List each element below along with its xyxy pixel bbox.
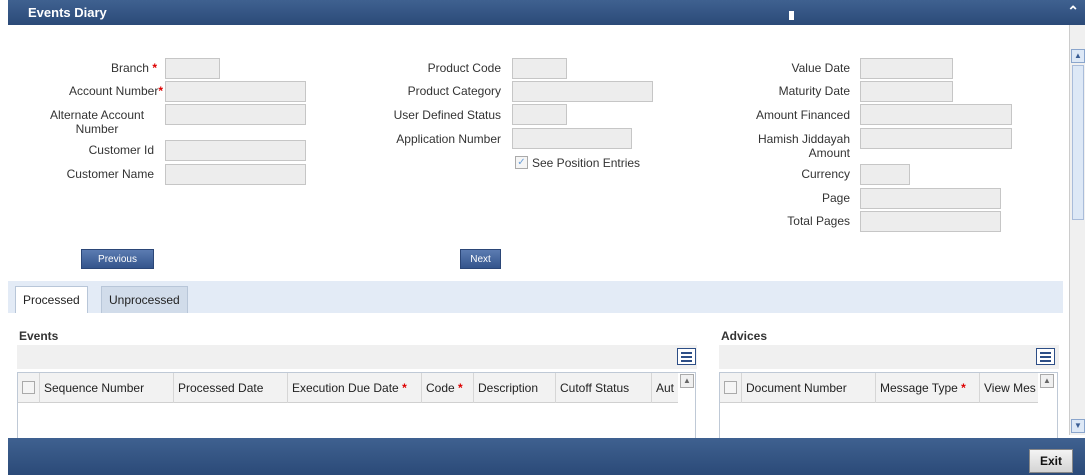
- scrollbar-thumb[interactable]: [1072, 65, 1084, 220]
- application-number-label: Application Number: [396, 132, 501, 146]
- see-position-entries-checkbox[interactable]: ✓: [515, 156, 528, 169]
- tab-unprocessed[interactable]: Unprocessed: [101, 286, 188, 313]
- events-col-processed-date[interactable]: Processed Date: [174, 373, 288, 403]
- currency-field[interactable]: [860, 164, 910, 185]
- advices-select-all-checkbox[interactable]: [724, 381, 737, 394]
- events-select-all-checkbox[interactable]: [22, 381, 35, 394]
- scroll-up-icon[interactable]: ▲: [1071, 49, 1085, 63]
- user-defined-status-label: User Defined Status: [393, 108, 501, 122]
- tab-processed[interactable]: Processed: [15, 286, 88, 313]
- chevron-up-icon[interactable]: ⌃: [1067, 3, 1079, 20]
- product-code-label: Product Code: [427, 61, 501, 75]
- next-button[interactable]: Next: [460, 249, 501, 269]
- account-number-label: Account Number*: [68, 84, 163, 98]
- customer-name-field[interactable]: [165, 164, 306, 185]
- events-scroll-up-icon[interactable]: ▲: [680, 374, 694, 388]
- value-date-field[interactable]: [860, 58, 953, 79]
- advices-toolstrip: [719, 345, 1059, 369]
- window-footer: Exit: [8, 438, 1085, 475]
- events-col-aut[interactable]: Aut: [652, 373, 678, 403]
- see-position-entries-label: See Position Entries: [532, 156, 641, 170]
- events-col-code[interactable]: Code *: [422, 373, 474, 403]
- product-category-field[interactable]: [512, 81, 653, 102]
- events-grid: Sequence Number Processed Date Execution…: [17, 372, 696, 440]
- events-col-cutoff-status[interactable]: Cutoff Status: [556, 373, 652, 403]
- amount-financed-field[interactable]: [860, 104, 1012, 125]
- maturity-date-label: Maturity Date: [778, 84, 850, 98]
- list-settings-icon[interactable]: [677, 348, 696, 365]
- advices-title: Advices: [721, 329, 768, 343]
- advices-scroll-up-icon[interactable]: ▲: [1040, 374, 1054, 388]
- application-number-field[interactable]: [512, 128, 632, 149]
- page-label: Page: [821, 191, 850, 205]
- customer-name-label: Customer Name: [66, 167, 154, 181]
- events-grid-header: Sequence Number Processed Date Execution…: [18, 373, 678, 403]
- advices-grid-header: Document Number Message Type * View Mes: [720, 373, 1038, 403]
- list-settings-icon[interactable]: [1036, 348, 1055, 365]
- branch-field[interactable]: [165, 58, 220, 79]
- total-pages-field[interactable]: [860, 211, 1001, 232]
- tab-strip: Processed Unprocessed: [8, 281, 1063, 313]
- events-select-all-cell: [18, 373, 40, 403]
- events-col-description[interactable]: Description: [474, 373, 556, 403]
- events-col-execution-due-date[interactable]: Execution Due Date *: [288, 373, 422, 403]
- product-category-label: Product Category: [407, 84, 501, 98]
- value-date-label: Value Date: [791, 61, 850, 75]
- user-defined-status-field[interactable]: [512, 104, 567, 125]
- account-number-field[interactable]: [165, 81, 306, 102]
- advices-select-all-cell: [720, 373, 742, 403]
- hamish-jiddayah-amount-field[interactable]: [860, 128, 1012, 149]
- required-mark: *: [158, 84, 163, 98]
- currency-label: Currency: [801, 167, 850, 181]
- page-field[interactable]: [860, 188, 1001, 209]
- maturity-date-field[interactable]: [860, 81, 953, 102]
- alternate-account-number-label: Alternate Account Number: [49, 108, 145, 136]
- branch-label: Branch *: [110, 61, 157, 75]
- advices-col-view-message[interactable]: View Mes: [980, 373, 1038, 403]
- events-title: Events: [19, 329, 59, 343]
- window-title: Events Diary: [28, 5, 107, 20]
- titlebar-marker: [789, 11, 794, 20]
- required-mark: *: [152, 61, 157, 75]
- events-col-sequence-number[interactable]: Sequence Number: [40, 373, 174, 403]
- previous-button[interactable]: Previous: [81, 249, 154, 269]
- advices-grid: Document Number Message Type * View Mes …: [719, 372, 1058, 440]
- window-titlebar: Events Diary ⌃: [8, 0, 1085, 25]
- exit-button[interactable]: Exit: [1029, 449, 1073, 473]
- product-code-field[interactable]: [512, 58, 567, 79]
- events-toolstrip: [17, 345, 697, 369]
- customer-id-label: Customer Id: [88, 143, 154, 157]
- advices-col-document-number[interactable]: Document Number: [742, 373, 876, 403]
- main-scrollbar[interactable]: ▲ ▼: [1069, 25, 1085, 435]
- amount-financed-label: Amount Financed: [755, 108, 850, 122]
- total-pages-label: Total Pages: [787, 214, 850, 228]
- alternate-account-number-field[interactable]: [165, 104, 306, 125]
- customer-id-field[interactable]: [165, 140, 306, 161]
- scroll-down-icon[interactable]: ▼: [1071, 419, 1085, 433]
- hamish-jiddayah-amount-label: Hamish Jiddayah Amount: [757, 132, 850, 160]
- advices-col-message-type[interactable]: Message Type *: [876, 373, 980, 403]
